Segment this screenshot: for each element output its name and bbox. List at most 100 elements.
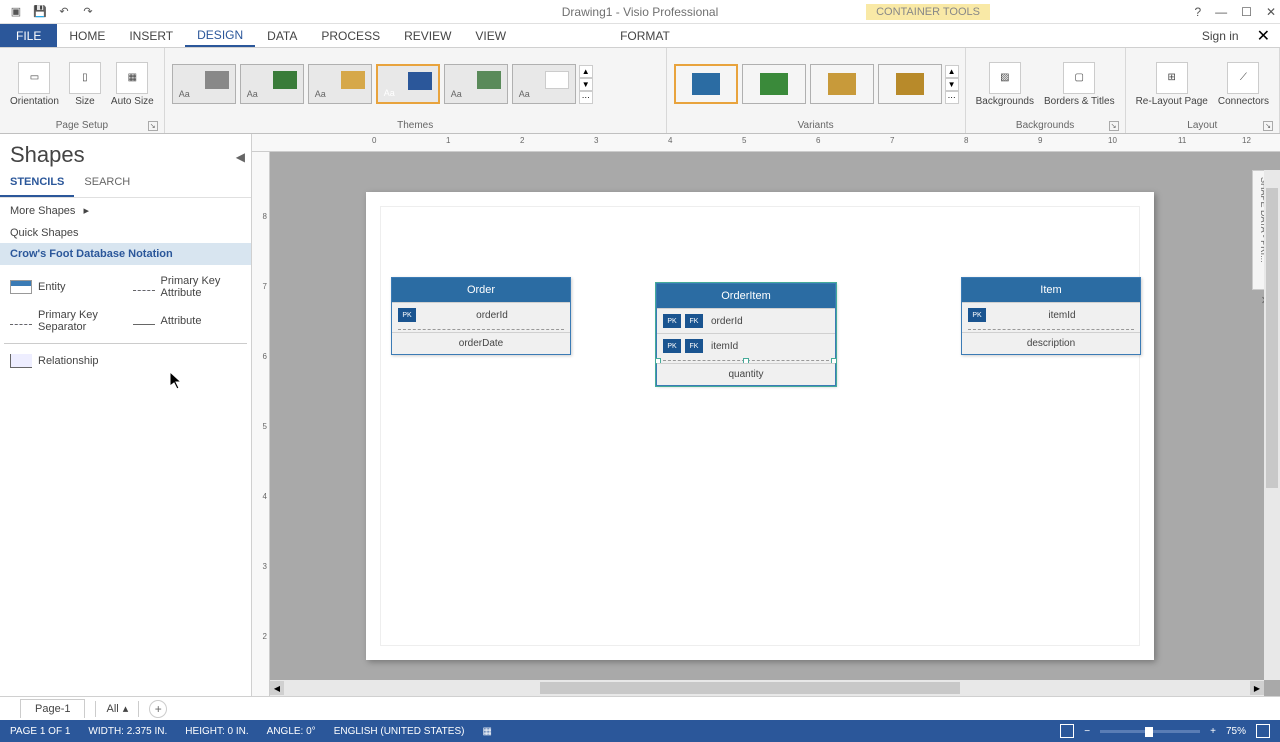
entity-orderitem-attr[interactable]: quantity xyxy=(657,363,835,385)
minimize-icon[interactable]: — xyxy=(1215,5,1227,19)
undo-icon[interactable]: ↶ xyxy=(56,4,72,20)
tab-home[interactable]: HOME xyxy=(57,24,117,47)
entity-item-pk[interactable]: PKitemId xyxy=(962,302,1140,327)
theme-3[interactable]: Aa xyxy=(308,64,372,104)
macro-icon[interactable]: ▦ xyxy=(482,726,491,737)
drawing-page[interactable]: Order PKorderId orderDate OrderItem PKFK… xyxy=(366,192,1154,660)
tab-format[interactable]: FORMAT xyxy=(608,24,682,47)
panel-collapse-icon[interactable]: ◀ xyxy=(236,150,245,164)
status-width: WIDTH: 2.375 IN. xyxy=(88,726,167,737)
save-icon[interactable]: 💾 xyxy=(32,4,48,20)
presentation-mode-icon[interactable] xyxy=(1060,724,1074,738)
borders-titles-button[interactable]: ▢Borders & Titles xyxy=(1040,60,1119,109)
theme-6[interactable]: Aa xyxy=(512,64,576,104)
scrollbar-horizontal[interactable]: ◀ ▶ xyxy=(270,680,1264,696)
layout-launcher[interactable]: ↘ xyxy=(1263,121,1273,131)
entity-orderitem[interactable]: OrderItem PKFKorderId PKFKitemId quantit… xyxy=(656,283,836,386)
page-setup-launcher[interactable]: ↘ xyxy=(148,121,158,131)
ribbon: ▭Orientation ▯Size ▦Auto Size Page Setup… xyxy=(0,48,1280,134)
more-shapes[interactable]: More Shapes▸ xyxy=(0,198,251,223)
tab-insert[interactable]: INSERT xyxy=(117,24,185,47)
shape-pk-separator[interactable]: Primary Key Separator xyxy=(4,305,125,337)
signin-link[interactable]: Sign in xyxy=(1194,24,1247,47)
zoom-slider-thumb[interactable] xyxy=(1145,727,1153,737)
tab-file[interactable]: FILE xyxy=(0,24,57,47)
status-angle: ANGLE: 0° xyxy=(267,726,316,737)
backgrounds-button[interactable]: ▨Backgrounds xyxy=(972,60,1038,109)
redo-icon[interactable]: ↷ xyxy=(80,4,96,20)
theme-4[interactable]: Aa xyxy=(376,64,440,104)
statusbar: PAGE 1 OF 1 WIDTH: 2.375 IN. HEIGHT: 0 I… xyxy=(0,720,1280,742)
add-page-button[interactable]: + xyxy=(149,700,167,718)
entity-order-header[interactable]: Order xyxy=(392,278,570,302)
fk-badge: FK xyxy=(685,314,703,328)
scrollbar-v-thumb[interactable] xyxy=(1266,188,1278,488)
canvas-area: 0123456789101112 8765432 Order PKorderId… xyxy=(252,134,1280,696)
tab-stencils[interactable]: STENCILS xyxy=(0,172,74,197)
entity-item-header[interactable]: Item xyxy=(962,278,1140,302)
entity-orderitem-pk1[interactable]: PKFKorderId xyxy=(657,308,835,333)
shape-entity[interactable]: Entity xyxy=(4,271,125,303)
quick-shapes[interactable]: Quick Shapes xyxy=(0,223,251,243)
maximize-icon[interactable]: ☐ xyxy=(1241,5,1252,19)
size-button[interactable]: ▯Size xyxy=(65,60,105,109)
entity-item-attr[interactable]: description xyxy=(962,332,1140,354)
variant-scroll-up[interactable]: ▲ xyxy=(945,65,959,78)
canvas-viewport[interactable]: Order PKorderId orderDate OrderItem PKFK… xyxy=(270,152,1280,696)
zoom-level[interactable]: 75% xyxy=(1226,726,1246,737)
scrollbar-h-thumb[interactable] xyxy=(540,682,960,694)
auto-size-button[interactable]: ▦Auto Size xyxy=(107,60,158,109)
close-icon[interactable]: ✕ xyxy=(1266,5,1276,19)
connectors-button[interactable]: ⟋Connectors xyxy=(1214,60,1273,109)
window-title: Drawing1 - Visio Professional xyxy=(562,5,719,19)
tab-process[interactable]: PROCESS xyxy=(309,24,392,47)
entity-item-separator xyxy=(968,329,1134,330)
variant-1[interactable] xyxy=(674,64,738,104)
theme-2[interactable]: Aa xyxy=(240,64,304,104)
fit-page-icon[interactable] xyxy=(1256,724,1270,738)
backgrounds-launcher[interactable]: ↘ xyxy=(1109,121,1119,131)
zoom-in-button[interactable]: + xyxy=(1210,726,1216,737)
tab-search[interactable]: SEARCH xyxy=(74,172,140,197)
tab-data[interactable]: DATA xyxy=(255,24,309,47)
shape-relationship[interactable]: Relationship xyxy=(4,350,125,372)
tab-design[interactable]: DESIGN xyxy=(185,24,255,47)
theme-5[interactable]: Aa xyxy=(444,64,508,104)
variant-2[interactable] xyxy=(742,64,806,104)
zoom-slider[interactable] xyxy=(1100,730,1200,733)
page-tab-all[interactable]: All▴ xyxy=(106,702,128,715)
theme-scroll-up[interactable]: ▲ xyxy=(579,65,593,78)
help-icon[interactable]: ? xyxy=(1194,5,1201,19)
tab-review[interactable]: REVIEW xyxy=(392,24,463,47)
entity-orderitem-header[interactable]: OrderItem xyxy=(657,284,835,308)
theme-1[interactable]: Aa xyxy=(172,64,236,104)
doc-close-icon[interactable]: ✕ xyxy=(1247,24,1280,47)
entity-item[interactable]: Item PKitemId description xyxy=(961,277,1141,355)
entity-orderitem-pk2[interactable]: PKFKitemId xyxy=(657,333,835,358)
window-controls: ? — ☐ ✕ xyxy=(1194,5,1276,19)
theme-gallery-more[interactable]: ⋯ xyxy=(579,91,593,104)
orientation-button[interactable]: ▭Orientation xyxy=(6,60,63,109)
zoom-out-button[interactable]: − xyxy=(1084,726,1090,737)
variant-scroll-down[interactable]: ▼ xyxy=(945,78,959,91)
stencil-header[interactable]: Crow's Foot Database Notation xyxy=(0,243,251,265)
theme-scroll-down[interactable]: ▼ xyxy=(579,78,593,91)
tab-view[interactable]: VIEW xyxy=(463,24,518,47)
status-language[interactable]: ENGLISH (UNITED STATES) xyxy=(334,726,465,737)
shape-attribute[interactable]: Attribute xyxy=(127,305,248,337)
variant-gallery-more[interactable]: ⋯ xyxy=(945,91,959,104)
entity-orderitem-separator[interactable] xyxy=(663,360,829,361)
scroll-left-icon[interactable]: ◀ xyxy=(270,681,284,695)
variant-4[interactable] xyxy=(878,64,942,104)
entity-order-attr[interactable]: orderDate xyxy=(392,332,570,354)
page-tab-1[interactable]: Page-1 xyxy=(20,699,85,718)
relayout-button[interactable]: ⊞Re-Layout Page xyxy=(1132,60,1212,109)
entity-order-pk[interactable]: PKorderId xyxy=(392,302,570,327)
group-backgrounds: ▨Backgrounds ▢Borders & Titles Backgroun… xyxy=(966,48,1126,133)
ribbon-tabs: FILE HOME INSERT DESIGN DATA PROCESS REV… xyxy=(0,24,1280,48)
shape-pk-attribute[interactable]: Primary Key Attribute xyxy=(127,271,248,303)
scrollbar-vertical[interactable] xyxy=(1264,170,1280,680)
entity-order[interactable]: Order PKorderId orderDate xyxy=(391,277,571,355)
scroll-right-icon[interactable]: ▶ xyxy=(1250,681,1264,695)
variant-3[interactable] xyxy=(810,64,874,104)
